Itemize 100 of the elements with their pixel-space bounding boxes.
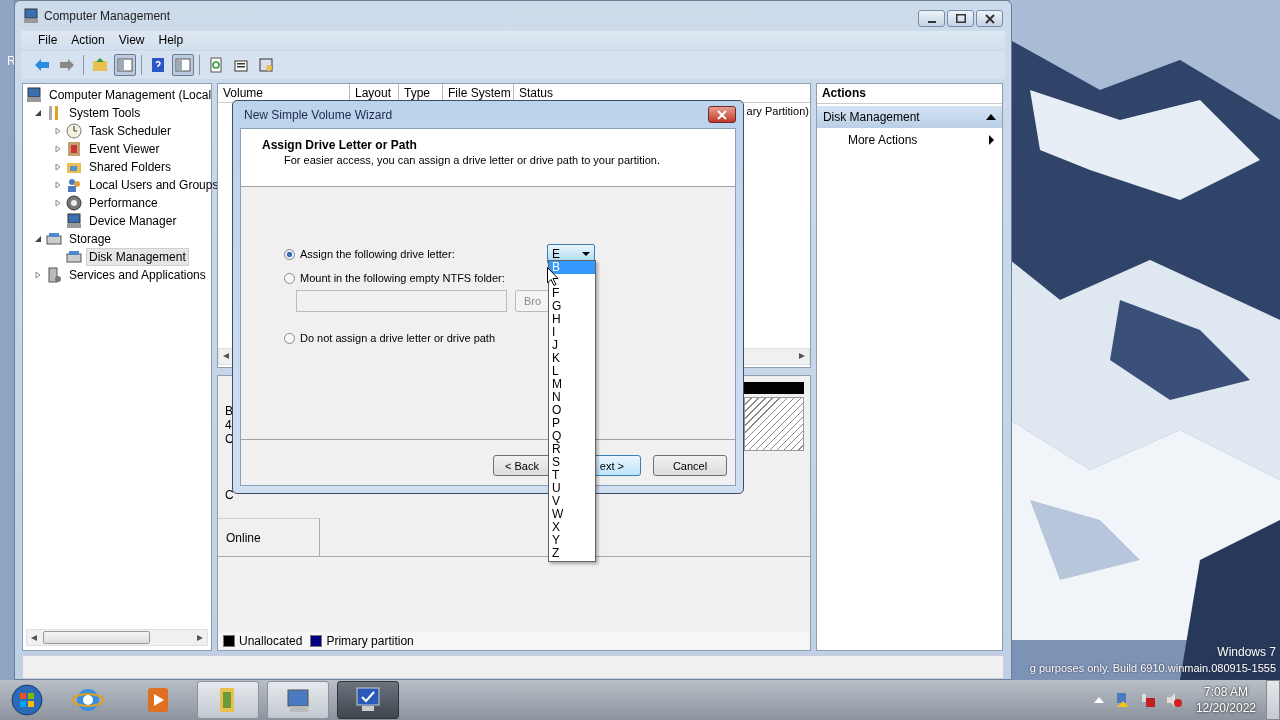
maximize-icon — [955, 14, 966, 23]
dropdown-option[interactable]: H — [549, 313, 595, 326]
expand-arrow-icon[interactable] — [53, 198, 62, 207]
power-icon[interactable] — [1139, 692, 1156, 708]
dropdown-option[interactable]: Y — [549, 534, 595, 547]
actions-section[interactable]: Disk Management — [816, 105, 1002, 128]
menu-item[interactable]: File — [31, 32, 65, 47]
expand-arrow-icon[interactable] — [53, 162, 62, 171]
tree-item[interactable]: Computer Management (Local — [46, 85, 215, 104]
expand-arrow-icon[interactable] — [53, 126, 62, 135]
close-button[interactable] — [976, 10, 1003, 27]
speaker-muted-icon[interactable] — [1165, 692, 1182, 708]
dropdown-option[interactable]: Q — [549, 430, 595, 443]
dropdown-option[interactable]: Z — [549, 547, 595, 560]
tree-item[interactable]: Local Users and Groups — [86, 175, 222, 194]
tree-item[interactable]: Shared Folders — [86, 157, 175, 176]
menu-item[interactable]: View — [111, 32, 152, 47]
users-icon — [66, 176, 82, 193]
drive-icon — [66, 248, 82, 265]
collapse-arrow-icon[interactable] — [33, 234, 42, 243]
dialog-title: New Simple Volume Wizard — [244, 107, 393, 122]
radio-label[interactable]: Assign the following drive letter: — [300, 248, 547, 260]
dropdown-option[interactable]: R — [549, 443, 595, 456]
tree-item[interactable]: Disk Management — [86, 247, 189, 266]
action-link[interactable]: More Actions — [847, 132, 918, 147]
show-desktop-button[interactable] — [1266, 680, 1280, 720]
tree-item[interactable]: Task Scheduler — [86, 121, 175, 140]
expand-arrow-icon[interactable] — [53, 144, 62, 153]
wizard-subtitle: For easier access, you can assign a drive letter or drive path to your partition. — [284, 154, 661, 166]
os-version-text: Windows 7 — [1217, 644, 1276, 660]
column-header[interactable]: Status — [514, 83, 574, 102]
refresh-icon — [208, 56, 224, 73]
taskbar-app-button[interactable] — [337, 681, 399, 719]
dropdown-option[interactable]: W — [549, 508, 595, 521]
build-text: g purposes only. Build 6910.winmain.080915-1555 — [1029, 661, 1276, 676]
radio-button[interactable] — [284, 332, 295, 344]
close-icon — [716, 109, 728, 120]
close-button[interactable] — [708, 106, 736, 123]
disk-label: 4 — [225, 417, 233, 432]
pane-button[interactable] — [172, 53, 194, 76]
tree-item[interactable]: Performance — [86, 193, 161, 212]
minimize-icon — [927, 20, 936, 23]
tree-item[interactable]: Event Viewer — [86, 139, 163, 158]
dropdown-option[interactable]: L — [549, 365, 595, 378]
taskbar-app-button[interactable] — [267, 681, 329, 719]
window-title: Computer Management — [44, 8, 171, 23]
start-orb-icon — [11, 684, 43, 716]
menu-item[interactable]: Action — [64, 32, 112, 47]
tree-item[interactable]: Services and Applications — [66, 265, 209, 284]
dropdown-arrow-icon — [582, 252, 590, 256]
radio-label[interactable]: Mount in the following empty NTFS folder: — [300, 272, 547, 284]
horizontal-scrollbar[interactable] — [26, 629, 208, 647]
tree-item[interactable]: Device Manager — [86, 211, 180, 230]
forward-icon — [59, 56, 75, 73]
radio-button[interactable] — [284, 248, 295, 260]
tree-item[interactable]: System Tools — [66, 103, 144, 122]
scroll-right-icon[interactable] — [798, 353, 805, 360]
legend-label: Unallocated — [239, 634, 303, 649]
dropdown-option[interactable]: I — [549, 326, 595, 339]
maximize-button[interactable] — [947, 10, 974, 27]
section-title: Disk Management — [822, 109, 920, 124]
export-icon — [258, 56, 274, 73]
scroll-right-icon[interactable] — [197, 634, 203, 641]
submenu-arrow-icon — [989, 134, 994, 145]
pane-button[interactable] — [114, 53, 136, 76]
collapse-arrow-icon[interactable] — [33, 108, 42, 117]
dropdown-option[interactable]: J — [549, 339, 595, 352]
server-icon — [46, 266, 62, 283]
minimize-button[interactable] — [918, 10, 945, 27]
computer-icon — [66, 212, 82, 229]
table-cell: ary Partition) — [746, 104, 809, 117]
legend-label: Primary partition — [326, 634, 414, 649]
scroll-left-icon[interactable] — [223, 353, 229, 360]
wizard-heading: Assign Drive Letter or Path — [262, 138, 418, 152]
radio-label[interactable]: Do not assign a drive letter or drive path — [300, 332, 547, 344]
cancel-button[interactable]: Cancel — [653, 455, 727, 476]
menu-item[interactable]: Help — [151, 32, 191, 47]
computer-icon — [26, 86, 42, 103]
close-icon — [984, 13, 995, 24]
pane-icon — [175, 56, 191, 73]
tree-item[interactable]: Storage — [66, 229, 115, 248]
dropdown-option[interactable]: M — [549, 378, 595, 391]
help-icon — [150, 56, 166, 73]
scroll-left-icon[interactable] — [31, 634, 37, 641]
expand-arrow-icon[interactable] — [33, 270, 42, 279]
dropdown-option[interactable]: X — [549, 521, 595, 534]
radio-button[interactable] — [284, 272, 295, 284]
show-hidden-icons-icon[interactable] — [1093, 697, 1104, 703]
library-button[interactable] — [197, 681, 259, 719]
dropdown-option[interactable]: O — [549, 404, 595, 417]
dropdown-option[interactable]: N — [549, 391, 595, 404]
disk-status: Online — [218, 517, 320, 556]
collapse-arrow-icon[interactable] — [986, 113, 996, 120]
dropdown-option[interactable]: U — [549, 482, 595, 495]
dropdown-option[interactable]: K — [549, 352, 595, 365]
expand-arrow-icon[interactable] — [53, 180, 62, 189]
folder-icon — [92, 56, 108, 73]
dropdown-option[interactable]: V — [549, 495, 595, 508]
disk-label: B — [225, 403, 234, 418]
dropdown-option[interactable]: P — [549, 417, 595, 430]
